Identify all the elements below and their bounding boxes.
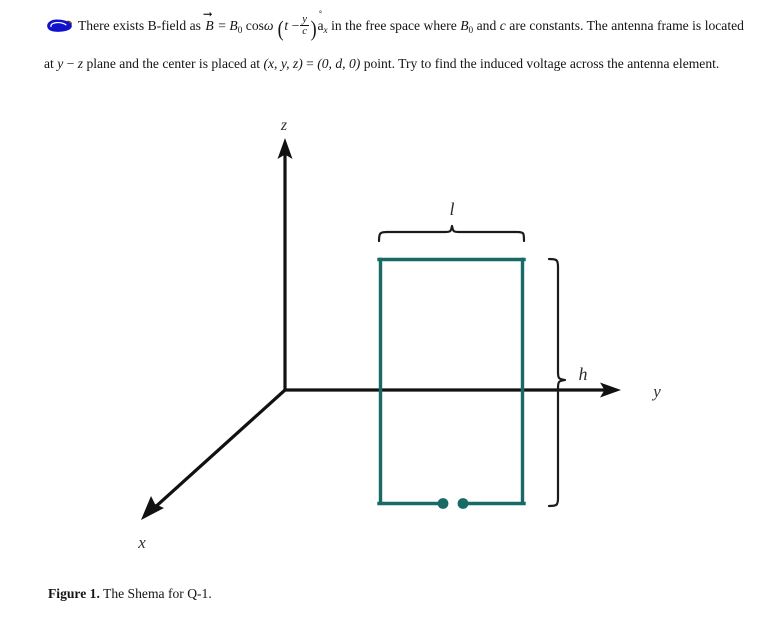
height-label-h: h bbox=[579, 364, 588, 384]
problem-text-after-formula: in the free space where bbox=[331, 17, 457, 33]
formula-unit-vector: ˚ a bbox=[317, 10, 323, 40]
formula-amplitude: B bbox=[229, 17, 238, 33]
formula-b-vector: B bbox=[203, 11, 214, 40]
formula-paren-close: ) bbox=[310, 16, 317, 41]
y-axis-label: y bbox=[651, 382, 661, 401]
plane-axis-y: y bbox=[57, 55, 64, 71]
formula-amplitude-sub: 0 bbox=[237, 24, 243, 35]
plane-axis-z: z bbox=[77, 55, 84, 71]
const-c: c bbox=[499, 17, 506, 33]
formula-paren-open: ( bbox=[277, 16, 284, 41]
x-axis bbox=[141, 388, 287, 520]
width-brace bbox=[377, 224, 526, 243]
formula-unit-vector-hat: ˚ bbox=[318, 10, 323, 23]
formula-equals: = bbox=[218, 17, 226, 33]
plane-dash: − bbox=[66, 55, 75, 71]
width-label-l: l bbox=[449, 199, 454, 219]
formula-fraction-denominator: c bbox=[302, 25, 308, 38]
x-axis-label: x bbox=[137, 533, 146, 552]
formula-t: t bbox=[284, 17, 289, 33]
const-b0: B bbox=[460, 17, 469, 33]
height-brace bbox=[547, 257, 567, 508]
antenna-terminal-dot-left bbox=[437, 498, 449, 509]
y-axis bbox=[285, 382, 621, 398]
problem-statement: There exists B-field as B = B0 cosω (t −… bbox=[44, 8, 744, 77]
figure-caption-rest: The Shema for Q-1. bbox=[103, 586, 212, 601]
formula-omega: ω bbox=[263, 17, 274, 33]
problem-lead-text: There exists B-field as bbox=[78, 17, 201, 33]
figure-caption-lead: Figure 1. bbox=[48, 586, 100, 601]
coordinate-triple: (x, y, z) bbox=[263, 55, 303, 71]
formula-minus: − bbox=[291, 17, 300, 33]
conjunction-and: and bbox=[476, 17, 497, 33]
formula-unit-vector-sub: x bbox=[323, 24, 328, 35]
blue-blob-annotation-icon bbox=[44, 16, 74, 32]
problem-line3-text: point. Try to find the induced voltage a… bbox=[363, 55, 720, 71]
antenna-schematic-figure: z y x l h bbox=[0, 110, 783, 570]
figure-caption: Figure 1. The Shema for Q-1. bbox=[48, 586, 212, 602]
formula-fraction-y-over-c: yc bbox=[300, 13, 310, 38]
coordinate-value: (0, d, 0) bbox=[317, 55, 361, 71]
formula-cos: cos bbox=[245, 17, 264, 33]
coordinate-equals: = bbox=[306, 55, 314, 71]
antenna-loop bbox=[377, 257, 526, 506]
const-b0-sub: 0 bbox=[468, 24, 474, 35]
z-axis bbox=[277, 138, 293, 390]
antenna-terminal-dot-right bbox=[457, 498, 469, 509]
problem-text-are: are bbox=[509, 17, 526, 33]
problem-line2-b: plane and the center is placed at bbox=[86, 55, 261, 71]
z-axis-label: z bbox=[280, 117, 288, 134]
formula-b-symbol: B bbox=[205, 17, 214, 33]
